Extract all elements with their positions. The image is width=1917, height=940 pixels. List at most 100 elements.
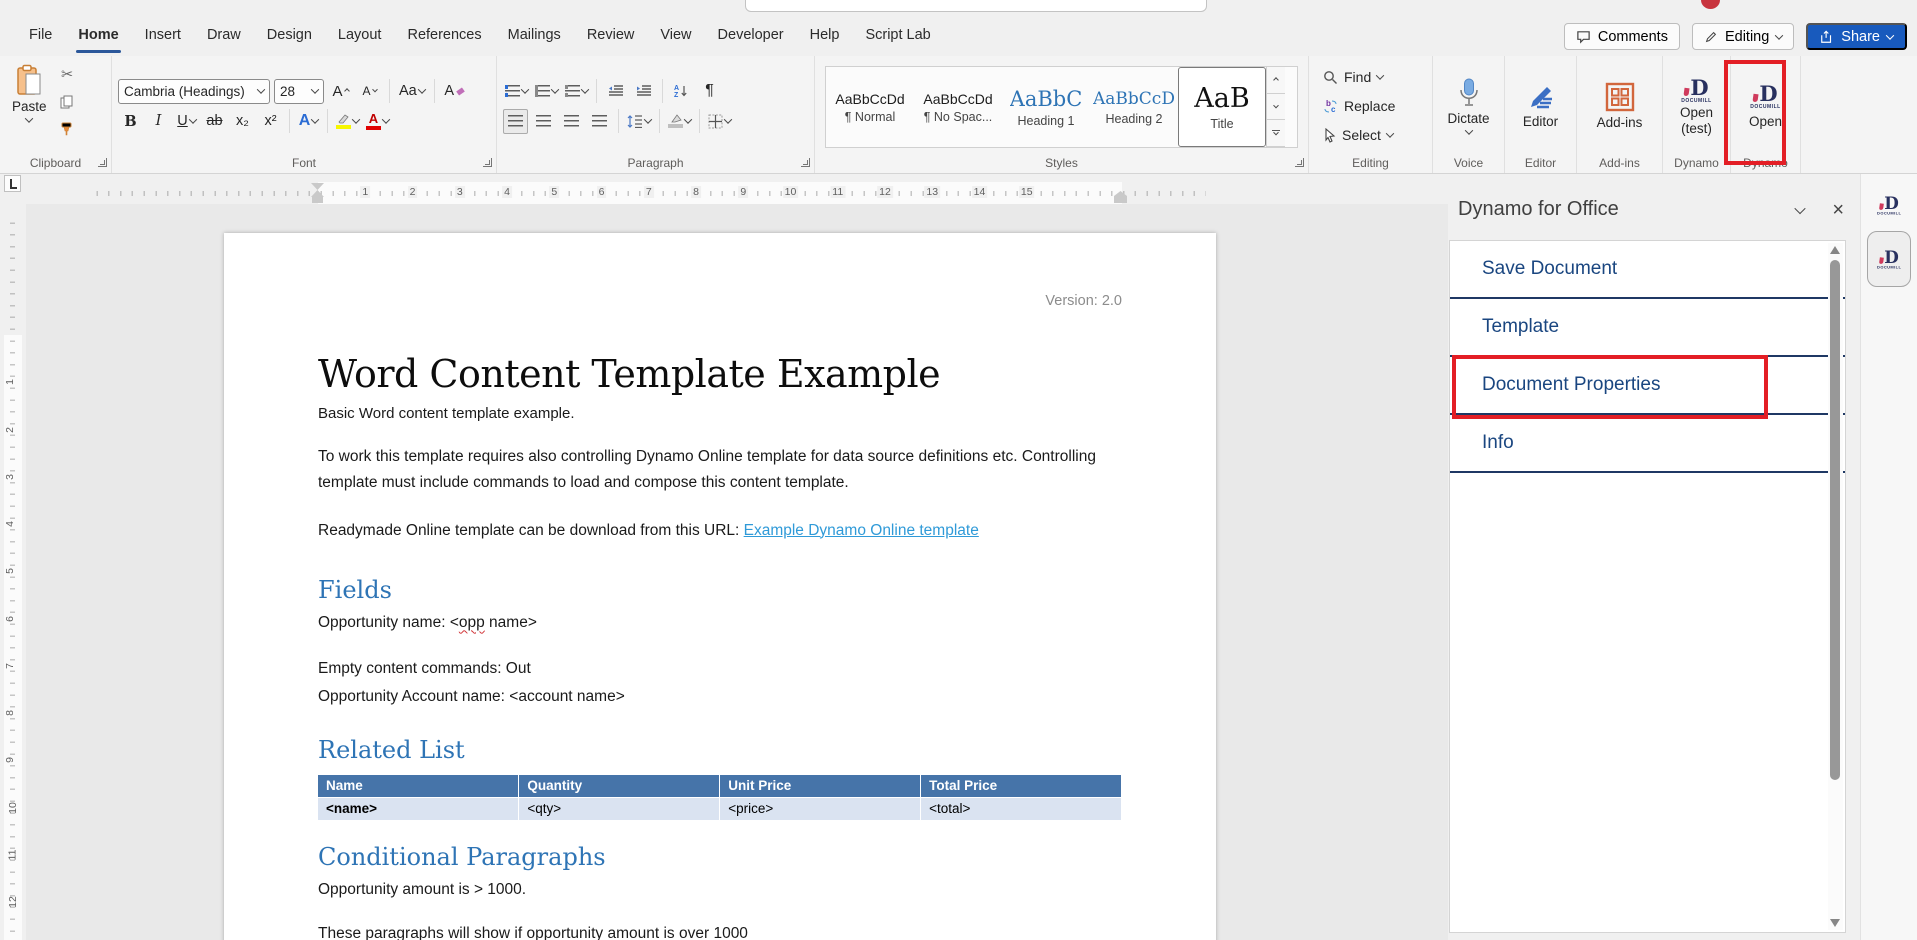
- bullets-button[interactable]: [503, 79, 530, 104]
- superscript-button[interactable]: x²: [258, 109, 283, 134]
- documill-rail-button[interactable]: D DOCUMILL: [1867, 231, 1911, 287]
- format-painter-button[interactable]: [55, 116, 80, 141]
- style-no-spacing[interactable]: AaBbCcDd ¶ No Spac...: [914, 67, 1002, 147]
- style-heading2[interactable]: AaBbCcD Heading 2: [1090, 67, 1178, 147]
- clear-formatting-button[interactable]: A: [442, 79, 467, 104]
- task-pane-options-chevron-icon[interactable]: [1795, 202, 1806, 213]
- v-ruler-number: 3: [4, 474, 16, 480]
- tab-review[interactable]: Review: [574, 17, 648, 56]
- dynamo-open-test-button[interactable]: D DOCUMILL Open (test): [1674, 73, 1719, 140]
- v-ruler[interactable]: 123456789101112: [0, 182, 26, 940]
- style-sample: AaBbCcD: [1093, 89, 1175, 109]
- scroll-down-arrow-icon[interactable]: [1830, 919, 1840, 927]
- sidebar-item-save-document[interactable]: Save Document: [1450, 241, 1845, 299]
- scroll-up-arrow-icon[interactable]: [1830, 246, 1840, 254]
- justify-button[interactable]: [587, 109, 612, 134]
- table-cell: <qty>: [519, 797, 720, 820]
- chevron-down-icon: [1273, 130, 1279, 136]
- sidebar-item-info[interactable]: Info: [1450, 415, 1845, 473]
- tab-draw[interactable]: Draw: [194, 17, 254, 56]
- example-template-link[interactable]: Example Dynamo Online template: [744, 522, 979, 539]
- align-right-button[interactable]: [559, 109, 584, 134]
- style-title[interactable]: AaB Title: [1178, 67, 1266, 147]
- task-pane-menu: Save Document Template Document Properti…: [1449, 240, 1846, 933]
- sort-button[interactable]: AZ: [669, 79, 694, 104]
- select-button[interactable]: Select: [1319, 122, 1399, 148]
- decrease-indent-button[interactable]: [603, 79, 628, 104]
- task-pane-scrollbar[interactable]: [1828, 243, 1843, 930]
- tab-stop-selector[interactable]: [4, 175, 21, 192]
- styles-scroll-up-button[interactable]: [1267, 67, 1285, 94]
- increase-indent-button[interactable]: [631, 79, 656, 104]
- numbering-button[interactable]: [533, 79, 560, 104]
- font-dialog-launcher-icon[interactable]: [483, 158, 492, 167]
- tab-references[interactable]: References: [394, 17, 494, 56]
- tab-view[interactable]: View: [647, 17, 704, 56]
- cut-button[interactable]: ✂: [55, 62, 80, 87]
- underline-button[interactable]: U: [174, 109, 199, 134]
- tab-design[interactable]: Design: [254, 17, 325, 56]
- tab-help[interactable]: Help: [797, 17, 853, 56]
- shrink-font-button[interactable]: A: [357, 79, 382, 104]
- tab-mailings[interactable]: Mailings: [495, 17, 574, 56]
- v-ruler-number: 5: [4, 568, 16, 574]
- tab-script-lab[interactable]: Script Lab: [852, 17, 943, 56]
- style-heading1[interactable]: AaBbC Heading 1: [1002, 67, 1090, 147]
- italic-button[interactable]: I: [146, 109, 171, 134]
- scrollbar-thumb[interactable]: [1830, 260, 1840, 780]
- sidebar-item-template[interactable]: Template: [1450, 299, 1845, 357]
- style-name: Heading 2: [1106, 112, 1163, 126]
- strikethrough-button[interactable]: ab: [202, 109, 227, 134]
- multilevel-list-button[interactable]: [563, 79, 590, 104]
- documill-rail-icon[interactable]: D DOCUMILL: [1877, 195, 1901, 217]
- styles-gallery-expand-button[interactable]: [1267, 120, 1285, 147]
- tab-insert[interactable]: Insert: [132, 17, 194, 56]
- task-pane-close-icon[interactable]: ×: [1832, 200, 1844, 220]
- paragraph-dialog-launcher-icon[interactable]: [801, 158, 810, 167]
- tab-layout[interactable]: Layout: [325, 17, 395, 56]
- table-header-cell: Name: [318, 774, 519, 797]
- tab-file[interactable]: File: [16, 17, 65, 56]
- highlight-color-button[interactable]: [334, 109, 361, 134]
- styles-dialog-launcher-icon[interactable]: [1295, 158, 1304, 167]
- search-box-partial[interactable]: [745, 0, 1207, 12]
- paint-bucket-icon: [669, 114, 682, 123]
- borders-button[interactable]: [706, 109, 733, 134]
- indent-decrease-icon: [608, 85, 624, 97]
- h-ruler-number: 14: [972, 186, 988, 198]
- paste-button[interactable]: Paste: [6, 60, 53, 127]
- addins-button[interactable]: Add-ins: [1591, 78, 1649, 134]
- tab-home[interactable]: Home: [65, 17, 131, 56]
- tab-developer[interactable]: Developer: [705, 17, 797, 56]
- editing-mode-button[interactable]: Editing: [1692, 23, 1794, 50]
- show-hide-pilcrow-button[interactable]: ¶: [697, 79, 722, 104]
- align-left-icon: [508, 115, 523, 127]
- grow-font-button[interactable]: A: [328, 79, 353, 104]
- align-center-button[interactable]: [531, 109, 556, 134]
- comments-button[interactable]: Comments: [1564, 23, 1680, 50]
- replace-icon: bc: [1323, 99, 1338, 114]
- font-name-combobox[interactable]: Cambria (Headings): [118, 79, 270, 104]
- change-case-button[interactable]: Aa: [397, 79, 427, 104]
- font-color-button[interactable]: A: [364, 109, 391, 134]
- styles-scroll-down-button[interactable]: [1267, 94, 1285, 121]
- h-ruler[interactable]: 123456789101112131415: [26, 182, 1216, 204]
- subscript-button[interactable]: x₂: [230, 109, 255, 134]
- left-indent-marker[interactable]: [312, 197, 323, 203]
- style-normal[interactable]: AaBbCcDd ¶ Normal: [826, 67, 914, 147]
- document-page[interactable]: Version: 2.0 Word Content Template Examp…: [224, 233, 1216, 940]
- shading-button[interactable]: [666, 109, 693, 134]
- find-label: Find: [1344, 69, 1371, 85]
- editor-button[interactable]: Editor: [1517, 79, 1564, 133]
- bold-button[interactable]: B: [118, 109, 143, 134]
- font-size-combobox[interactable]: 28: [274, 79, 324, 104]
- dictate-button[interactable]: Dictate: [1441, 74, 1495, 139]
- clipboard-dialog-launcher-icon[interactable]: [98, 158, 107, 167]
- line-spacing-button[interactable]: [625, 109, 653, 134]
- share-button[interactable]: Share: [1806, 23, 1907, 50]
- align-left-button[interactable]: [503, 109, 528, 134]
- find-button[interactable]: Find: [1319, 64, 1399, 90]
- copy-button[interactable]: [55, 89, 80, 114]
- text-effects-button[interactable]: A: [296, 109, 321, 134]
- replace-button[interactable]: bc Replace: [1319, 93, 1399, 119]
